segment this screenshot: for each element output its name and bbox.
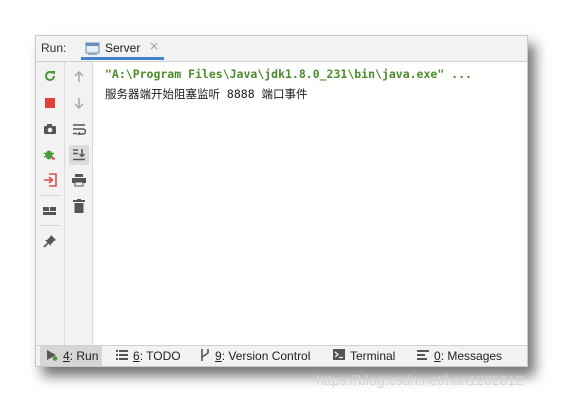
camera-icon	[43, 120, 57, 139]
todo-tool-button[interactable]: 6: TODO	[116, 346, 181, 366]
todo-tool-key: 6	[133, 349, 140, 363]
previous-occurrence-button[interactable]	[69, 67, 89, 87]
rerun-icon	[43, 68, 57, 87]
arrow-down-icon	[73, 94, 85, 113]
clear-all-button[interactable]	[69, 197, 89, 217]
arrow-up-icon	[73, 68, 85, 87]
tab-server[interactable]: Server ×	[81, 36, 164, 60]
console-output-line: 服务器端开始阻塞监听 8888 端口事件	[105, 87, 308, 101]
watermark: https://blog.csdn.net/han1202012	[316, 372, 524, 388]
run-toolbar-left	[36, 62, 65, 345]
terminal-icon	[333, 349, 350, 363]
tool-window-bar: 4: Run 6: TODO 9: Version Control Termin…	[36, 345, 527, 366]
layout-icon	[43, 202, 57, 221]
terminal-tool-label: Terminal	[350, 349, 396, 363]
run-label: Run:	[41, 41, 67, 55]
pin-icon	[43, 233, 57, 252]
messages-icon	[417, 349, 434, 363]
scroll-to-end-button[interactable]	[69, 145, 89, 165]
soft-wrap-button[interactable]	[69, 119, 89, 139]
todo-tool-label: : TODO	[139, 349, 181, 363]
console-command-line: "A:\Program Files\Java\jdk1.8.0_231\bin\…	[105, 67, 472, 81]
list-icon	[116, 349, 133, 363]
run-header: Run: Server ×	[36, 36, 527, 62]
stop-icon	[44, 94, 56, 113]
run-toolbar-right	[65, 62, 93, 345]
scroll-to-end-icon	[72, 146, 86, 165]
version-control-tool-button[interactable]: 9: Version Control	[200, 346, 310, 366]
server-console-icon	[85, 41, 101, 60]
vcs-tool-key: 9	[215, 349, 222, 363]
login-arrow-icon	[43, 172, 57, 191]
run-tool-label: : Run	[69, 349, 99, 363]
run-tool-window: Run: Server × "A:\Program Files\Java\jdk…	[35, 35, 528, 367]
print-icon	[72, 172, 86, 191]
rerun-button[interactable]	[40, 67, 60, 87]
console-output[interactable]: "A:\Program Files\Java\jdk1.8.0_231\bin\…	[93, 62, 527, 345]
pin-button[interactable]	[40, 232, 60, 252]
layout-button[interactable]	[40, 201, 60, 221]
dump-threads-button[interactable]	[40, 119, 60, 139]
messages-tool-label: : Messages	[440, 349, 503, 363]
next-occurrence-button[interactable]	[69, 93, 89, 113]
print-button[interactable]	[69, 171, 89, 191]
vcs-tool-label: : Version Control	[221, 349, 311, 363]
exit-button[interactable]	[40, 171, 60, 191]
trash-icon	[73, 198, 85, 217]
run-tool-button[interactable]: 4: Run	[40, 346, 102, 366]
soft-wrap-icon	[72, 120, 87, 139]
debug-button[interactable]	[40, 145, 60, 165]
messages-tool-button[interactable]: 0: Messages	[417, 346, 502, 366]
stop-button[interactable]	[40, 93, 60, 113]
debug-bug-icon	[43, 146, 57, 165]
run-play-icon	[46, 349, 63, 364]
messages-tool-key: 0	[434, 349, 441, 363]
run-tool-key: 4	[63, 349, 70, 363]
close-icon[interactable]: ×	[149, 39, 159, 53]
terminal-tool-button[interactable]: Terminal	[333, 346, 395, 366]
vcs-branch-icon	[200, 348, 215, 364]
tab-server-label: Server	[105, 41, 141, 55]
